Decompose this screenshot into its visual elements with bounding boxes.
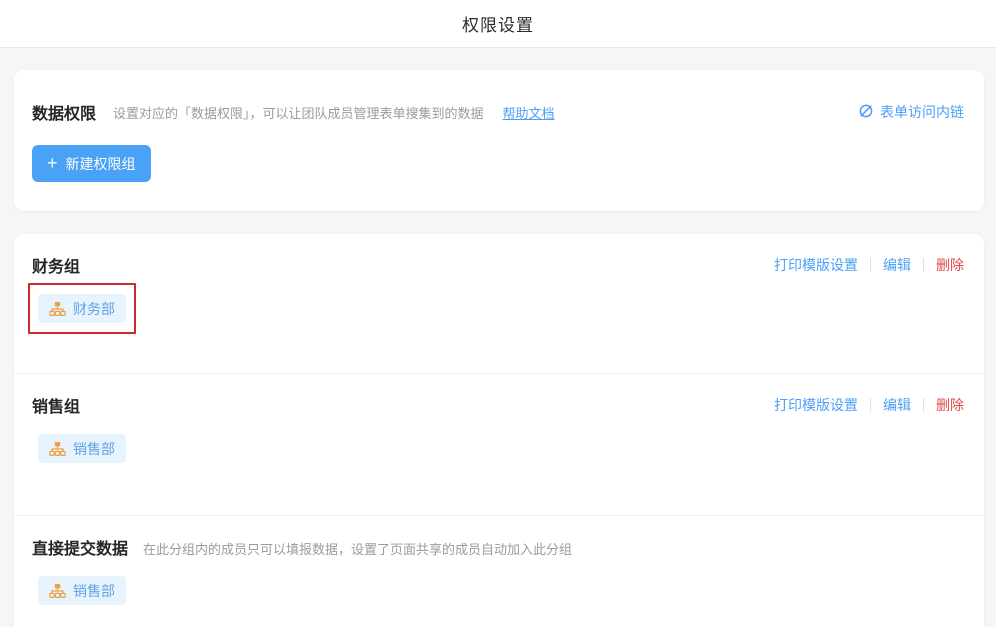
edit-link[interactable]: 编辑 bbox=[883, 395, 911, 415]
department-tag-label: 销售部 bbox=[73, 581, 115, 601]
form-access-link[interactable]: 表单访问内链 bbox=[858, 102, 964, 122]
permission-groups-card: 财务组 打印模版设置 编辑 删除 bbox=[14, 234, 984, 627]
data-permission-description: 设置对应的「数据权限」，可以让团队成员管理表单搜集到的数据 bbox=[113, 103, 484, 122]
delete-link[interactable]: 删除 bbox=[936, 395, 964, 415]
group-header-row: 财务组 打印模版设置 编辑 删除 bbox=[32, 253, 964, 277]
action-separator bbox=[870, 398, 871, 412]
group-section-direct-submit: 直接提交数据 在此分组内的成员只可以填报数据，设置了页面共享的成员自动加入此分组 bbox=[14, 516, 984, 605]
tag-anchor: 销售部 bbox=[38, 434, 126, 463]
group-name: 销售组 bbox=[32, 393, 80, 417]
tag-row: 销售部 bbox=[32, 434, 964, 463]
data-permission-header-row: 数据权限 设置对应的「数据权限」，可以让团队成员管理表单搜集到的数据 帮助文档 … bbox=[32, 100, 964, 124]
department-tag-label: 财务部 bbox=[73, 299, 115, 319]
edit-link[interactable]: 编辑 bbox=[883, 255, 911, 275]
department-tag-label: 销售部 bbox=[73, 439, 115, 459]
group-description: 在此分组内的成员只可以填报数据，设置了页面共享的成员自动加入此分组 bbox=[143, 539, 572, 558]
department-tag-sales[interactable]: 销售部 bbox=[38, 434, 126, 463]
department-tag-sales[interactable]: 销售部 bbox=[38, 576, 126, 605]
group-title-wrap: 直接提交数据 在此分组内的成员只可以填报数据，设置了页面共享的成员自动加入此分组 bbox=[32, 535, 572, 559]
department-tag-finance[interactable]: 财务部 bbox=[38, 294, 126, 323]
action-separator bbox=[923, 258, 924, 272]
data-permission-card: 数据权限 设置对应的「数据权限」，可以让团队成员管理表单搜集到的数据 帮助文档 … bbox=[14, 70, 984, 211]
group-name: 直接提交数据 bbox=[32, 535, 128, 559]
group-name: 财务组 bbox=[32, 253, 80, 277]
link-icon bbox=[858, 103, 874, 122]
group-section-sales: 销售组 打印模版设置 编辑 删除 bbox=[14, 374, 984, 516]
form-access-link-label: 表单访问内链 bbox=[880, 102, 964, 122]
org-chart-icon bbox=[49, 301, 66, 317]
group-section-finance: 财务组 打印模版设置 编辑 删除 bbox=[14, 234, 984, 374]
group-header-row: 直接提交数据 在此分组内的成员只可以填报数据，设置了页面共享的成员自动加入此分组 bbox=[32, 535, 964, 559]
print-template-settings-link[interactable]: 打印模版设置 bbox=[774, 255, 858, 275]
print-template-settings-link[interactable]: 打印模版设置 bbox=[774, 395, 858, 415]
tag-anchor: 销售部 bbox=[38, 576, 126, 605]
group-actions: 打印模版设置 编辑 删除 bbox=[774, 255, 964, 275]
plus-icon: + bbox=[47, 154, 58, 172]
help-doc-link[interactable]: 帮助文档 bbox=[503, 103, 555, 122]
new-permission-group-button-label: 新建权限组 bbox=[66, 154, 136, 174]
group-title-wrap: 销售组 bbox=[32, 393, 80, 417]
action-separator bbox=[870, 258, 871, 272]
group-header-row: 销售组 打印模版设置 编辑 删除 bbox=[32, 393, 964, 417]
new-permission-group-button[interactable]: + 新建权限组 bbox=[32, 145, 151, 182]
action-separator bbox=[923, 398, 924, 412]
tag-anchor: 财务部 bbox=[38, 294, 126, 323]
tag-row: 财务部 bbox=[32, 294, 964, 323]
org-chart-icon bbox=[49, 583, 66, 599]
org-chart-icon bbox=[49, 441, 66, 457]
delete-link[interactable]: 删除 bbox=[936, 255, 964, 275]
page-title: 权限设置 bbox=[462, 11, 534, 36]
group-title-wrap: 财务组 bbox=[32, 253, 80, 277]
data-permission-title: 数据权限 bbox=[32, 100, 96, 124]
tag-row: 销售部 bbox=[32, 576, 964, 605]
page-header: 权限设置 bbox=[0, 0, 996, 48]
group-actions: 打印模版设置 编辑 删除 bbox=[774, 395, 964, 415]
